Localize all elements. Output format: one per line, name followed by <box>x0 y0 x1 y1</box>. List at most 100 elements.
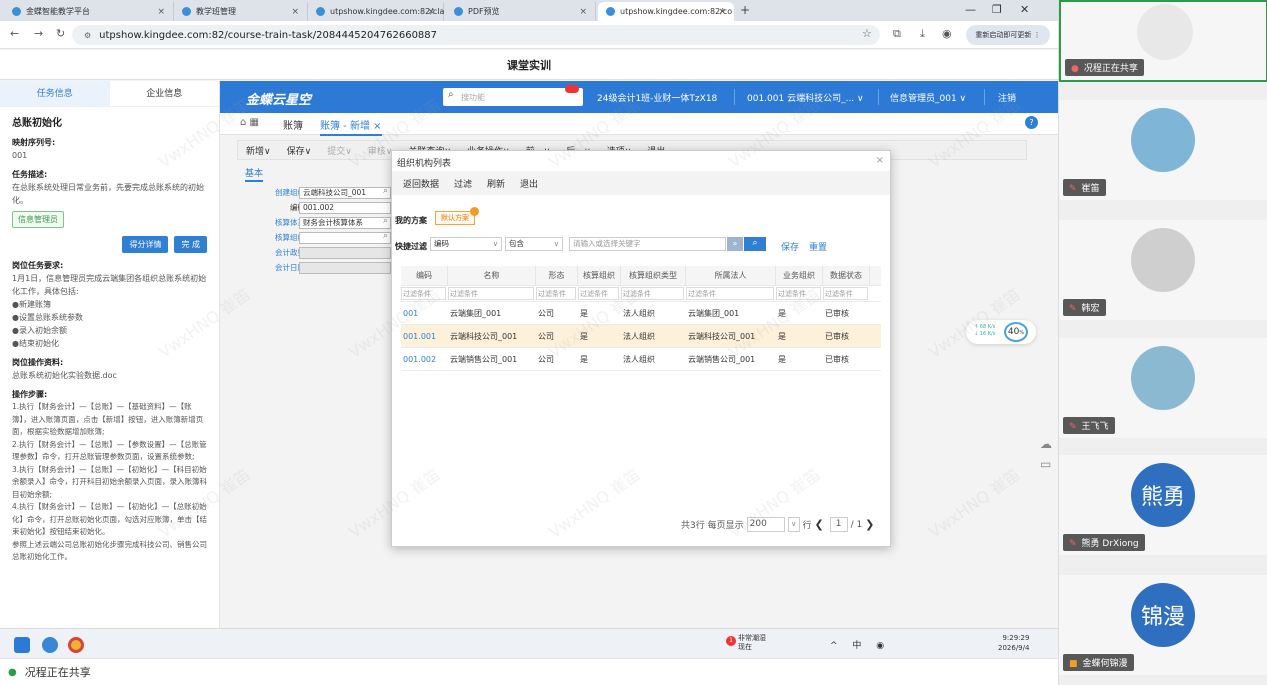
filter-operator-select[interactable]: 包含 ∨ <box>505 237 563 251</box>
site-info-icon[interactable]: ⚙ <box>84 31 91 40</box>
prev-page-icon[interactable]: ❮ <box>815 518 824 531</box>
tab-task-info[interactable]: 任务信息 <box>0 81 110 106</box>
accounting-org-field[interactable]: ⌕ <box>299 231 391 244</box>
participant-tile[interactable]: ● 况程正在共享 <box>1059 0 1267 82</box>
new-tab-icon[interactable]: + <box>740 3 750 17</box>
column-header[interactable]: 核算组织 <box>578 266 621 285</box>
meeting-app-icon[interactable] <box>42 637 58 653</box>
home-icon[interactable]: ⌂ ▦ <box>240 117 259 128</box>
function-search-input[interactable]: ⌕ 搜功能 <box>443 85 583 106</box>
column-filter-input[interactable]: 过滤条件 <box>776 287 821 300</box>
lookup-icon[interactable]: ⌕ <box>383 216 388 226</box>
code-cell[interactable]: 001.001 <box>401 325 448 347</box>
browser-tab[interactable]: utpshow.kingdee.com:82/cla × <box>308 2 444 21</box>
back-icon[interactable]: ← <box>10 27 19 40</box>
close-icon[interactable]: × <box>157 7 165 17</box>
tab-ledger[interactable]: 账簿 <box>283 117 303 132</box>
exit-button[interactable]: 退出 <box>520 177 538 190</box>
save-scheme-link[interactable]: 保存 <box>781 240 799 253</box>
role-tag[interactable]: 信息管理员 <box>12 211 64 228</box>
column-filter-input[interactable]: 过滤条件 <box>686 287 774 300</box>
chevron-down-icon[interactable]: ∨ <box>787 517 800 532</box>
table-row[interactable]: 001 云端集团_001 公司 是 法人组织 云端集团_001 是 已审核 <box>401 302 881 325</box>
forward-icon[interactable]: → <box>34 27 43 40</box>
code-cell[interactable]: 001 <box>401 302 448 324</box>
toolbar-new-button[interactable]: 新增∨ <box>246 144 271 157</box>
chrome-icon[interactable] <box>68 637 84 653</box>
clock[interactable]: 9:29:29 2026/9/4 <box>998 633 1029 653</box>
profile-icon[interactable]: ◉ <box>942 27 952 40</box>
page-number-input[interactable]: 1 <box>829 517 848 532</box>
star-icon[interactable]: ☆ <box>862 27 872 40</box>
class-info[interactable]: 24级会计1班-业财一体TzX18 <box>597 91 717 104</box>
return-data-button[interactable]: 返回数据 <box>403 177 439 190</box>
cloud-icon[interactable]: ☁ <box>1040 437 1052 451</box>
close-window-icon[interactable]: ✕ <box>1020 3 1029 16</box>
column-header[interactable]: 数据状态 <box>823 266 870 285</box>
toolbar-save-button[interactable]: 保存∨ <box>287 144 312 157</box>
url-input[interactable]: ⚙ utpshow.kingdee.com:82/course-train-tas… <box>72 25 880 45</box>
browser-tab[interactable]: 教学班管理 × <box>174 2 308 21</box>
search-button[interactable]: ⌕ <box>744 237 766 251</box>
participant-tile[interactable]: ✎ 韩宏 <box>1059 220 1267 320</box>
column-filter-input[interactable]: 过滤条件 <box>578 287 619 300</box>
refresh-button[interactable]: 刷新 <box>487 177 505 190</box>
filter-field-select[interactable]: 编码 ∨ <box>430 237 502 251</box>
participant-tile[interactable]: ✎ 崔笛 <box>1059 100 1267 200</box>
code-field[interactable]: 001.002 <box>299 202 391 214</box>
participant-tile[interactable]: 熊勇 ✎ 熊勇 DrXiong <box>1059 455 1267 555</box>
column-filter-input[interactable]: 过滤条件 <box>823 287 868 300</box>
org-selector[interactable]: 001.001 云端科技公司_... ∨ <box>747 91 864 104</box>
table-row[interactable]: 001.002 云端销售公司_001 公司 是 法人组织 云端销售公司_001 … <box>401 348 881 371</box>
close-icon[interactable]: × <box>579 7 587 17</box>
column-header[interactable]: 业务组织 <box>776 266 823 285</box>
column-header[interactable]: 形态 <box>536 266 578 285</box>
close-icon[interactable]: × <box>291 7 299 17</box>
table-row-selected[interactable]: 001.001 云端科技公司_001 公司 是 法人组织 云端科技公司_001 … <box>401 325 881 348</box>
download-icon[interactable]: ⤓ <box>920 27 925 41</box>
reload-icon[interactable]: ↻ <box>56 27 65 40</box>
accounting-policy-field[interactable] <box>299 247 391 259</box>
column-filter-input[interactable]: 过滤条件 <box>536 287 576 300</box>
relaunch-update-button[interactable]: 重新启动即可更新 ⋮ <box>966 25 1050 45</box>
help-icon[interactable]: ? <box>1025 116 1038 129</box>
page-size-input[interactable]: 200 <box>746 517 785 532</box>
column-filter-input[interactable]: 过滤条件 <box>401 287 446 300</box>
minimize-icon[interactable]: — <box>965 3 976 16</box>
close-icon[interactable]: × <box>876 155 884 166</box>
complete-button[interactable]: 完 成 <box>174 236 207 253</box>
restore-icon[interactable]: ❐ <box>992 3 1002 16</box>
lookup-icon[interactable]: ⌕ <box>383 231 388 241</box>
browser-tab-active[interactable]: utpshow.kingdee.com:82/co × <box>598 2 734 21</box>
system-tray[interactable]: ^ 中 ◉ <box>830 638 890 651</box>
column-header[interactable]: 核算组织类型 <box>621 266 686 285</box>
close-icon[interactable]: × <box>427 7 435 17</box>
extensions-icon[interactable]: ⧉ <box>893 27 901 41</box>
score-detail-button[interactable]: 得分详情 <box>122 236 169 253</box>
column-header[interactable]: 编码 <box>401 266 448 285</box>
browser-tab[interactable]: 金蝶智能教学平台 × <box>4 2 174 21</box>
material-file-link[interactable]: 总账系统初始化实验数据.doc <box>12 369 207 382</box>
create-org-field[interactable]: 云端科技公司_001 ⌕ <box>299 186 391 199</box>
user-menu[interactable]: 信息管理员_001 ∨ <box>890 91 966 104</box>
participant-tile[interactable]: ✎ 王飞飞 <box>1059 338 1267 438</box>
logout-link[interactable]: 注销 <box>998 91 1016 104</box>
windows-start-icon[interactable] <box>14 637 30 653</box>
kingdee-logo[interactable]: 金蝶云星空 <box>246 89 311 108</box>
weather-widget[interactable]: 1 非常潮湿 现在 <box>726 634 766 652</box>
expand-filter-icon[interactable]: » <box>727 237 743 251</box>
tab-ledger-new[interactable]: 账簿 - 新增 × <box>320 117 382 136</box>
column-filter-input[interactable]: 过滤条件 <box>621 287 684 300</box>
filter-button[interactable]: 过滤 <box>454 177 472 190</box>
column-header[interactable]: 所属法人 <box>686 266 776 285</box>
chat-icon[interactable]: ▭ <box>1040 457 1051 471</box>
next-page-icon[interactable]: ❯ <box>865 518 874 531</box>
lookup-icon[interactable]: ⌕ <box>383 186 388 196</box>
close-icon[interactable]: × <box>718 7 726 17</box>
code-cell[interactable]: 001.002 <box>401 348 448 370</box>
accounting-calendar-field[interactable] <box>299 262 391 274</box>
reset-link[interactable]: 重置 <box>809 240 827 253</box>
toolbar-audit-button[interactable]: 审核∨ <box>368 144 393 157</box>
participant-tile[interactable]: 锦漫 ■ 金蝶何锦漫 <box>1059 575 1267 675</box>
column-filter-input[interactable]: 过滤条件 <box>448 287 534 300</box>
